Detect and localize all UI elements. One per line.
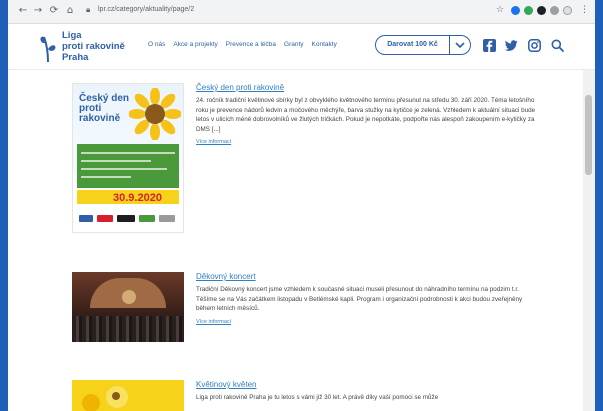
menu-kebab-icon[interactable]: ⋮ (580, 4, 589, 16)
article-thumbnail[interactable] (72, 272, 184, 342)
extension-icon[interactable] (550, 6, 559, 15)
article-title-link[interactable]: Květinový květen (196, 380, 541, 389)
home-icon[interactable]: ⌂ (64, 5, 76, 17)
poster-band-line (81, 152, 175, 154)
poster-title: Český den proti rakovině (79, 94, 129, 124)
logo-line: proti rakovině (62, 41, 125, 52)
more-info-link[interactable]: Více informací (196, 139, 541, 145)
site-header: Liga proti rakovině Praha O nás Akce a p… (8, 24, 595, 70)
browser-toolbar: ← → ⟳ ⌂ 🔒︎ lpr.cz/category/aktuality/pag… (8, 0, 595, 24)
article-title-link[interactable]: Děkovný koncert (196, 272, 541, 281)
donate-label[interactable]: Darovat 100 Kč (376, 36, 450, 54)
leaf-logo-icon (40, 36, 56, 63)
poster-date: 30.9.2020 (113, 192, 162, 204)
flower-banner (72, 380, 184, 411)
bookmark-star-icon[interactable]: ☆ (496, 4, 504, 16)
poster-title-line: rakovině (79, 113, 121, 124)
partner-logo (159, 215, 175, 222)
instagram-icon[interactable] (528, 39, 541, 52)
menu-item-prevence[interactable]: Prevence a léčba (226, 41, 276, 48)
photo-light (122, 290, 136, 304)
event-poster: Český den proti rakovině 30.9.2020 (72, 83, 184, 233)
article-body: Květinový květen Liga proti rakovině Pra… (196, 380, 541, 403)
forward-icon[interactable]: → (32, 5, 44, 17)
profile-avatar[interactable] (563, 6, 572, 15)
article-thumbnail[interactable]: Český den proti rakovině 30.9.2020 (72, 83, 184, 233)
logo-wordmark: Liga proti rakovině Praha (62, 30, 125, 63)
partner-logo (139, 215, 155, 222)
more-info-link[interactable]: Více informací (196, 319, 541, 325)
article-title-link[interactable]: Český den proti rakovině (196, 83, 541, 92)
main-menu: O nás Akce a projekty Prevence a léčba G… (148, 41, 345, 48)
extension-icon[interactable] (511, 6, 520, 15)
article-body: Český den proti rakovině 24. ročník trad… (196, 83, 541, 145)
article-item: Český den proti rakovině 30.9.2020 Český… (72, 83, 535, 233)
poster-info-band (77, 144, 179, 188)
partner-logo (97, 215, 113, 222)
flower-shape (82, 394, 100, 411)
logo-line: Liga (62, 30, 82, 41)
menu-item-granty[interactable]: Granty (284, 41, 304, 48)
flower-center (112, 392, 120, 400)
article-excerpt: Tradiční Děkovný koncert jsme vzhledem k… (196, 286, 523, 313)
url-text: lpr.cz/category/aktuality/page/2 (98, 6, 195, 13)
donate-button[interactable]: Darovat 100 Kč (375, 35, 471, 55)
site-logo[interactable]: Liga proti rakovině Praha (38, 29, 133, 65)
extension-icon[interactable] (524, 6, 533, 15)
article-thumbnail[interactable] (72, 380, 184, 411)
lock-icon: 🔒︎ (86, 5, 91, 14)
page-scrollbar[interactable] (583, 70, 595, 411)
browser-window: ← → ⟳ ⌂ 🔒︎ lpr.cz/category/aktuality/pag… (8, 0, 595, 411)
logo-line: Praha (62, 52, 89, 63)
menu-item-akce[interactable]: Akce a projekty (173, 41, 217, 48)
reload-icon[interactable]: ⟳ (48, 5, 60, 17)
poster-partner-logos (79, 212, 179, 228)
menu-item-kontakty[interactable]: Kontakty (312, 41, 337, 48)
poster-band-line (81, 176, 131, 178)
poster-band-line (81, 168, 167, 170)
twitter-icon[interactable] (505, 39, 518, 52)
poster-band-line (81, 160, 151, 162)
concert-photo (72, 272, 184, 342)
address-bar[interactable]: 🔒︎ lpr.cz/category/aktuality/page/2 (86, 4, 466, 20)
photo-audience (72, 316, 184, 342)
article-item: Děkovný koncert Tradiční Děkovný koncert… (72, 272, 532, 344)
search-icon[interactable] (551, 39, 564, 52)
partner-logo (117, 215, 135, 222)
article-excerpt: 24. ročník tradiční květinové sbírky byl… (196, 97, 536, 133)
sunflower-icon (129, 88, 181, 140)
scrollbar-thumb[interactable] (585, 95, 592, 175)
article-list: Český den proti rakovině 30.9.2020 Český… (8, 70, 583, 411)
extension-icon[interactable] (537, 6, 546, 15)
article-excerpt: Liga proti rakovině Praha je tu letos s … (196, 394, 439, 401)
chevron-down-icon[interactable] (450, 42, 470, 48)
article-item: Květinový květen Liga proti rakovině Pra… (72, 380, 532, 411)
menu-item-o-nas[interactable]: O nás (148, 41, 165, 48)
partner-logo (79, 215, 93, 222)
article-body: Děkovný koncert Tradiční Děkovný koncert… (196, 272, 541, 325)
back-icon[interactable]: ← (17, 5, 29, 17)
facebook-icon[interactable] (483, 39, 496, 52)
